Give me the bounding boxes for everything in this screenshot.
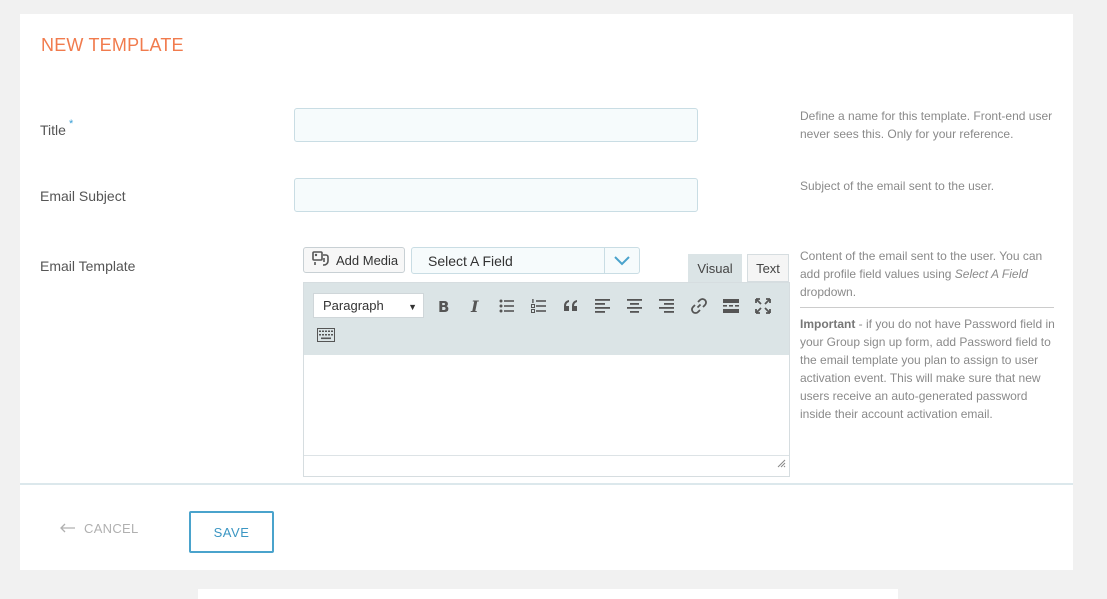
save-button[interactable]: SAVE (189, 511, 274, 553)
title-label: Title * (40, 118, 73, 138)
blockquote-icon[interactable] (558, 293, 584, 319)
editor-content-area[interactable] (304, 355, 789, 455)
email-template-help-part2: dropdown. (800, 285, 857, 299)
fullscreen-icon[interactable] (750, 293, 776, 319)
editor-statusbar (304, 455, 789, 476)
select-a-field-value: Select A Field (428, 252, 513, 269)
email-subject-help: Subject of the email sent to the user. (800, 179, 995, 193)
title-label-text: Title (40, 122, 66, 138)
email-subject-input[interactable] (294, 178, 698, 212)
format-select-value: Paragraph (323, 298, 384, 313)
email-template-help-italic: Select A Field (954, 267, 1028, 281)
format-select[interactable]: Paragraph ▼ (313, 293, 424, 318)
resize-handle-icon[interactable] (777, 455, 786, 473)
svg-text:B: B (438, 298, 449, 314)
important-note: Important - if you do not have Password … (800, 315, 1056, 423)
email-template-label: Email Template (40, 258, 136, 274)
toolbar-toggle-icon[interactable] (313, 322, 339, 348)
important-text: - if you do not have Password field in y… (800, 317, 1055, 421)
align-right-icon[interactable] (654, 293, 680, 319)
chevron-down-icon (604, 248, 639, 273)
read-more-icon[interactable] (718, 293, 744, 319)
cancel-label: CANCEL (84, 521, 139, 536)
align-center-icon[interactable] (622, 293, 648, 319)
important-label: Important (800, 317, 856, 331)
template-card: NEW TEMPLATE Title * Define a name for th… (20, 14, 1073, 570)
select-a-field-dropdown[interactable]: Select A Field (411, 247, 640, 274)
tab-text[interactable]: Text (747, 254, 789, 282)
bullet-list-icon[interactable] (494, 293, 520, 319)
email-subject-label: Email Subject (40, 188, 126, 204)
link-icon[interactable] (686, 293, 712, 319)
align-left-icon[interactable] (590, 293, 616, 319)
bold-icon[interactable]: B (430, 293, 456, 319)
svg-text:I: I (470, 298, 479, 314)
add-media-icon (312, 250, 330, 270)
italic-icon[interactable]: I (462, 293, 488, 319)
cancel-button[interactable]: CANCEL (60, 521, 139, 536)
numbered-list-icon[interactable] (526, 293, 552, 319)
tab-visual[interactable]: Visual (688, 254, 742, 282)
title-help: Define a name for this template. Front-e… (800, 109, 1053, 141)
help-divider (800, 307, 1054, 308)
footer-divider (20, 483, 1073, 485)
arrow-left-icon (60, 521, 76, 536)
page-title: NEW TEMPLATE (41, 35, 184, 55)
add-media-button[interactable]: Add Media (303, 247, 405, 273)
add-media-label: Add Media (336, 252, 399, 268)
editor-toolbar: Paragraph ▼ B I (304, 283, 789, 355)
email-template-help: Content of the email sent to the user. Y… (800, 247, 1056, 301)
lower-panel-edge (198, 589, 898, 599)
email-template-editor: Paragraph ▼ B I (303, 282, 790, 477)
caret-down-icon: ▼ (408, 302, 417, 312)
required-mark: * (68, 118, 74, 130)
title-input[interactable] (294, 108, 698, 142)
